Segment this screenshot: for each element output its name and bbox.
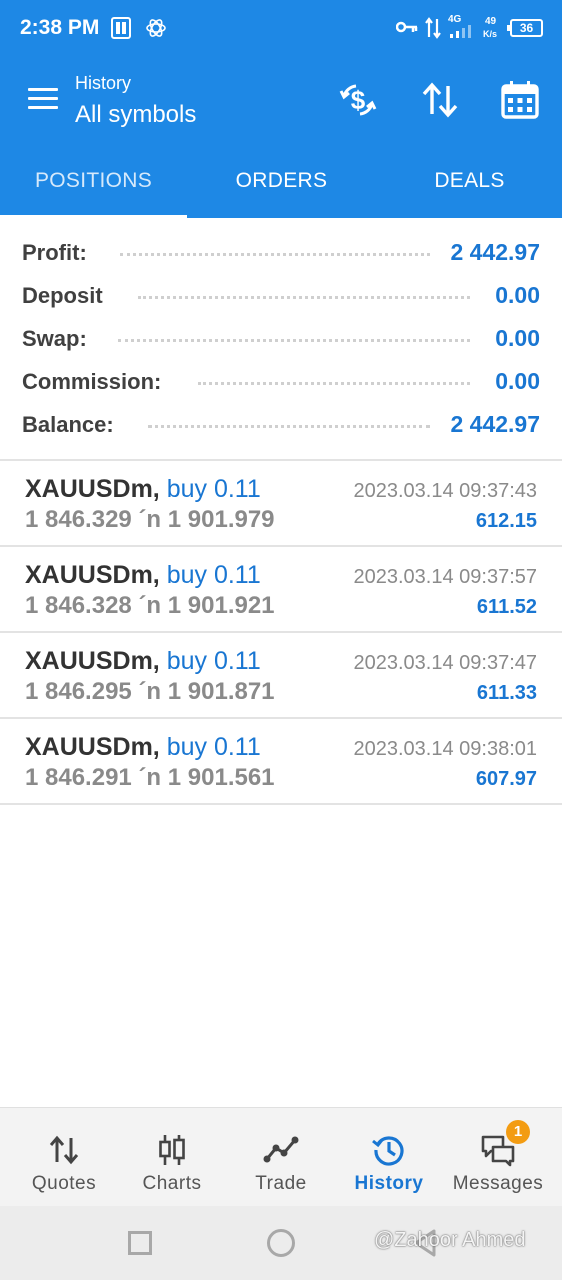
position-prices: 1 846.291 ´n 1 901.561 [25,764,275,791]
key-icon [396,21,418,33]
status-time: 2:38 PM [20,16,100,39]
position-profit: 611.33 [476,682,537,704]
active-tab-indicator [0,215,187,218]
svg-text:$: $ [351,85,366,115]
data-arrows-icon [425,17,441,39]
app-toolbar: History All symbols $ [0,56,562,144]
summary-value: 0.00 [495,325,540,352]
summary-label: Swap: [22,326,87,352]
bottom-navigation: Quotes Charts Trade History 1 Messages [0,1107,562,1206]
network-speed-unit: K/s [483,29,498,39]
position-row[interactable]: XAUUSDm, buy 0.11 1 846.295 ´n 1 901.871… [0,633,562,719]
position-symbol: XAUUSDm, [25,733,160,761]
nav-trade[interactable]: Trade [227,1108,335,1207]
position-profit: 612.15 [475,510,537,532]
position-prices: 1 846.329 ´n 1 901.979 [25,506,275,533]
system-navigation-bar: @Zahoor Ahmed [0,1206,562,1280]
position-prices: 1 846.328 ´n 1 901.921 [25,592,275,619]
nav-label: Trade [255,1173,307,1194]
tab-positions[interactable]: POSITIONS [0,144,187,218]
atom-icon [146,19,166,37]
status-bar: 2:38 PM 4G 49 K/s 36 [0,0,562,56]
tab-deals[interactable]: DEALS [376,144,562,218]
nav-history[interactable]: History [335,1108,443,1207]
summary-label: Balance: [22,412,114,438]
watermark: @Zahoor Ahmed [374,1229,526,1251]
calendar-icon[interactable] [498,78,542,122]
tab-orders[interactable]: ORDERS [188,144,375,218]
summary-label: Commission: [22,369,162,395]
battery-level: 36 [519,21,534,35]
network-speed-value: 49 [485,16,497,27]
battery-icon: 36 [507,19,543,37]
summary-value: 0.00 [495,282,540,309]
home-button[interactable] [267,1229,295,1257]
summary-row-balance: Balance: 2 442.97 [0,404,562,447]
menu-icon[interactable] [28,88,60,110]
history-icon [372,1136,404,1166]
summary-row-deposit: Deposit 0.00 [0,275,562,318]
position-profit: 611.52 [476,596,537,618]
nav-label: Quotes [31,1173,97,1194]
nav-quotes[interactable]: Quotes [10,1108,118,1207]
nav-charts[interactable]: Charts [118,1108,226,1207]
pi-app-icon [111,17,131,39]
position-profit: 607.97 [475,768,537,790]
summary-row-swap: Swap: 0.00 [0,318,562,361]
charts-icon [159,1135,185,1165]
nav-label: History [354,1173,424,1194]
position-symbol: XAUUSDm, [25,647,160,675]
position-row[interactable]: XAUUSDm, buy 0.11 1 846.291 ´n 1 901.561… [0,719,562,805]
position-symbol: XAUUSDm, [25,475,160,503]
position-type: buy 0.11 [166,647,261,675]
position-prices: 1 846.295 ´n 1 901.871 [25,678,275,705]
summary-row-profit: Profit: 2 442.97 [0,232,562,275]
dot-leader [118,332,470,342]
position-time: 2023.03.14 09:38:01 [353,738,537,760]
history-tabs: POSITIONS ORDERS DEALS [0,144,562,218]
nav-label: Charts [142,1173,202,1194]
summary-row-commission: Commission: 0.00 [0,361,562,404]
position-type: buy 0.11 [166,475,261,503]
summary-value: 2 442.97 [450,411,540,438]
dot-leader [198,375,470,385]
position-type: buy 0.11 [166,561,261,589]
trade-icon [263,1136,299,1163]
positions-list: XAUUSDm, buy 0.11 1 846.329 ´n 1 901.979… [0,461,562,805]
summary-panel: Profit: 2 442.97 Deposit 0.00 Swap: 0.00… [0,232,562,447]
position-time: 2023.03.14 09:37:47 [353,652,537,674]
sort-icon[interactable] [418,78,462,122]
deposit-withdraw-icon[interactable]: $ [336,78,380,122]
dot-leader [148,418,430,428]
position-type: buy 0.11 [166,733,261,761]
summary-value: 2 442.97 [450,239,540,266]
toolbar-subtitle: History [75,73,132,93]
position-time: 2023.03.14 09:37:43 [353,480,537,502]
dot-leader [138,289,470,299]
recent-apps-button[interactable] [128,1231,152,1255]
position-row[interactable]: XAUUSDm, buy 0.11 1 846.328 ´n 1 901.921… [0,547,562,633]
symbol-selector[interactable]: All symbols [75,101,196,129]
unread-badge: 1 [506,1120,530,1144]
signal-icon [450,25,471,38]
nav-messages[interactable]: 1 Messages [444,1108,552,1207]
position-time: 2023.03.14 09:37:57 [353,566,537,588]
summary-label: Profit: [22,240,87,266]
summary-value: 0.00 [495,368,540,395]
dot-leader [120,246,430,256]
position-symbol: XAUUSDm, [25,561,160,589]
summary-label: Deposit [22,283,103,309]
quotes-icon [49,1135,79,1165]
position-row[interactable]: XAUUSDm, buy 0.11 1 846.329 ´n 1 901.979… [0,461,562,547]
nav-label: Messages [452,1173,544,1194]
